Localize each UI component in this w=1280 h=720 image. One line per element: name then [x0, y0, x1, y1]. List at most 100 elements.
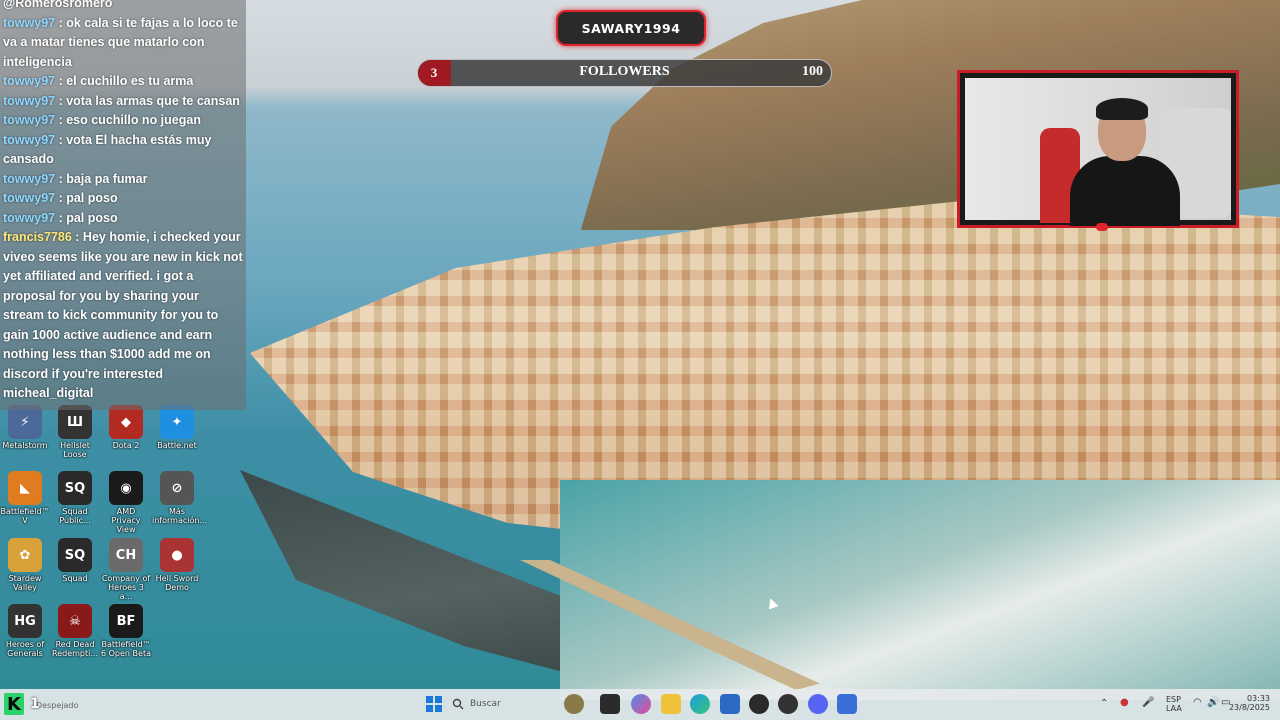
kick-viewer-badge: K 1	[4, 690, 56, 718]
chat-message: towwy97 : vota El hacha estás muy cansad…	[0, 131, 246, 170]
battlefield-v-icon: ◣	[8, 471, 42, 505]
chat-message: francis7786 : Hey homie, i checked your …	[0, 228, 246, 404]
desktop-icon-label: Heroes of Generals	[5, 640, 45, 658]
chat-username[interactable]: @Romerosromero	[3, 0, 112, 10]
chat-message: towwy97 : baja pa fumar	[0, 170, 246, 190]
chat-username[interactable]: towwy97	[3, 94, 55, 108]
dota2-icon: ◆	[109, 405, 143, 439]
taskbar-task-view-icon[interactable]	[600, 694, 620, 714]
chat-username[interactable]: francis7786	[3, 230, 72, 244]
channel-name: SAWARY1994	[581, 20, 681, 36]
chat-message: towwy97 : pal poso	[0, 209, 246, 229]
desktop-icon-label: Battle.net	[157, 441, 197, 450]
tray-wifi-icon[interactable]: ◠	[1193, 698, 1202, 708]
tray-volume-icon[interactable]: 🔊	[1207, 698, 1219, 708]
chat-message-text: : baja pa fumar	[55, 171, 148, 186]
language-bottom: LAA	[1166, 704, 1182, 713]
chat-username[interactable]: towwy97	[3, 172, 55, 186]
chat-message: @Romerosromero	[0, 0, 246, 14]
taskbar-save-icon[interactable]	[837, 694, 857, 714]
desktop-icon-label: Company of Heroes 3 a...	[101, 574, 151, 601]
chat-username[interactable]: towwy97	[3, 211, 55, 225]
chat-username[interactable]: towwy97	[3, 16, 55, 30]
stream-chat-overlay: @Romerosromero towwy97 : ok cala si te fa…	[0, 0, 246, 410]
chat-message-text: : vota las armas que te cansan	[55, 93, 240, 108]
desktop-icon-label: Metalstorm	[2, 441, 48, 450]
taskbar-app-icon[interactable]	[749, 694, 769, 714]
desktop-icon[interactable]: ⚡ Metalstorm	[0, 405, 50, 450]
chat-message: towwy97 : ok cala si te fajas a lo loco …	[0, 14, 246, 73]
tray-app-icon[interactable]: ●	[1120, 698, 1129, 708]
battlenet-icon: ✦	[160, 405, 194, 439]
desktop-icon[interactable]: ◆ Dota 2	[101, 405, 151, 450]
desktop-icon-label: AMD Privacy View	[111, 507, 141, 534]
tray-clock[interactable]: 03:33 23/8/2025	[1228, 694, 1270, 712]
chat-message-text: : pal poso	[55, 210, 118, 225]
desktop-icon[interactable]: ● Hell Sword Demo	[152, 538, 202, 592]
tray-language[interactable]: ESP LAA	[1166, 695, 1182, 713]
desktop-icon[interactable]: HG Heroes of Generals	[0, 604, 50, 658]
chat-username[interactable]: towwy97	[3, 113, 55, 127]
wallpaper-sea	[560, 480, 1280, 700]
desktop-icon[interactable]: Ш Hellslet Loose	[50, 405, 100, 459]
chat-message-text: : pal poso	[55, 191, 118, 205]
company-of-heroes-icon: CH	[109, 538, 143, 572]
amd-privacy-icon: ◉	[109, 471, 143, 505]
taskbar-edge-icon[interactable]	[690, 694, 710, 714]
webcam-person-body	[1070, 156, 1180, 226]
chat-username[interactable]: towwy97	[3, 191, 55, 205]
chat-message-list: @Romerosromero towwy97 : ok cala si te fa…	[0, 0, 246, 404]
taskbar-obs-icon[interactable]	[778, 694, 798, 714]
taskbar-store-icon[interactable]	[720, 694, 740, 714]
desktop-icon[interactable]: BF Battlefield™ 6 Open Beta	[101, 604, 151, 658]
stardew-icon: ✿	[8, 538, 42, 572]
taskbar-file-explorer-icon[interactable]	[661, 694, 681, 714]
webcam-person	[1060, 98, 1180, 226]
desktop-icon[interactable]: ✿ Stardew Valley	[0, 538, 50, 592]
windows-icon	[426, 696, 442, 712]
desktop-icon[interactable]: ◣ Battlefield™ V	[0, 471, 50, 525]
taskbar-search[interactable]: Buscar	[452, 694, 552, 714]
channel-name-badge: SAWARY1994	[556, 10, 706, 46]
clock-date: 23/8/2025	[1228, 703, 1270, 712]
webcam-scene	[965, 78, 1231, 226]
search-placeholder: Buscar	[470, 699, 501, 709]
webcam-person-hair	[1096, 98, 1148, 120]
webcam-live-dot	[1096, 223, 1108, 231]
webcam-overlay	[957, 70, 1239, 231]
desktop-icon-label: Battlefield™ 6 Open Beta	[101, 640, 151, 658]
desktop-icon[interactable]: ◉ AMD Privacy View	[101, 471, 151, 534]
squad-icon: SQ	[58, 538, 92, 572]
desktop-icon[interactable]: ☠ Red Dead Redempti...	[50, 604, 100, 658]
chat-message: towwy97 : pal poso	[0, 189, 246, 209]
desktop-icon-label: Hellslet Loose	[60, 441, 90, 459]
tray-chevron-icon[interactable]: ⌃	[1100, 699, 1108, 709]
chat-message-text: : Hey homie, i checked your viveo seems …	[3, 230, 243, 400]
desktop-icon-label: Squad Public...	[59, 507, 91, 525]
desktop-icon-label: Hell Sword Demo	[155, 574, 199, 592]
desktop-icon[interactable]: ⊘ Más información...	[152, 471, 207, 525]
red-dead-icon: ☠	[58, 604, 92, 638]
tray-mic-icon[interactable]: 🎤	[1142, 698, 1154, 708]
desktop-icon[interactable]: SQ Squad Public...	[50, 471, 100, 525]
chat-username[interactable]: towwy97	[3, 74, 55, 88]
desktop-icon-label: Stardew Valley	[8, 574, 42, 592]
followers-goal: 100	[802, 64, 823, 79]
desktop-icon[interactable]: CH Company of Heroes 3 a...	[101, 538, 151, 601]
heroes-generals-icon: HG	[8, 604, 42, 638]
chat-username[interactable]: towwy97	[3, 133, 55, 147]
language-top: ESP	[1166, 695, 1181, 704]
desktop-icon-label: Red Dead Redempti...	[52, 640, 98, 658]
taskbar-discord-icon[interactable]	[808, 694, 828, 714]
desktop-icon[interactable]: ✦ Battle.net	[152, 405, 202, 450]
desktop-icon[interactable]: SQ Squad	[50, 538, 100, 583]
chat-message-text: : eso cuchillo no juegan	[55, 113, 201, 127]
battlefield-6-icon: BF	[109, 604, 143, 638]
taskbar-widget-icon[interactable]	[564, 694, 584, 714]
hell-let-loose-icon: Ш	[58, 405, 92, 439]
desktop-icon-label: Battlefield™ V	[0, 507, 50, 525]
desktop-icon-label: Squad	[62, 574, 88, 583]
chat-message: towwy97 : eso cuchillo no juegan	[0, 111, 246, 131]
start-button[interactable]	[424, 694, 444, 714]
taskbar-copilot-icon[interactable]	[631, 694, 651, 714]
